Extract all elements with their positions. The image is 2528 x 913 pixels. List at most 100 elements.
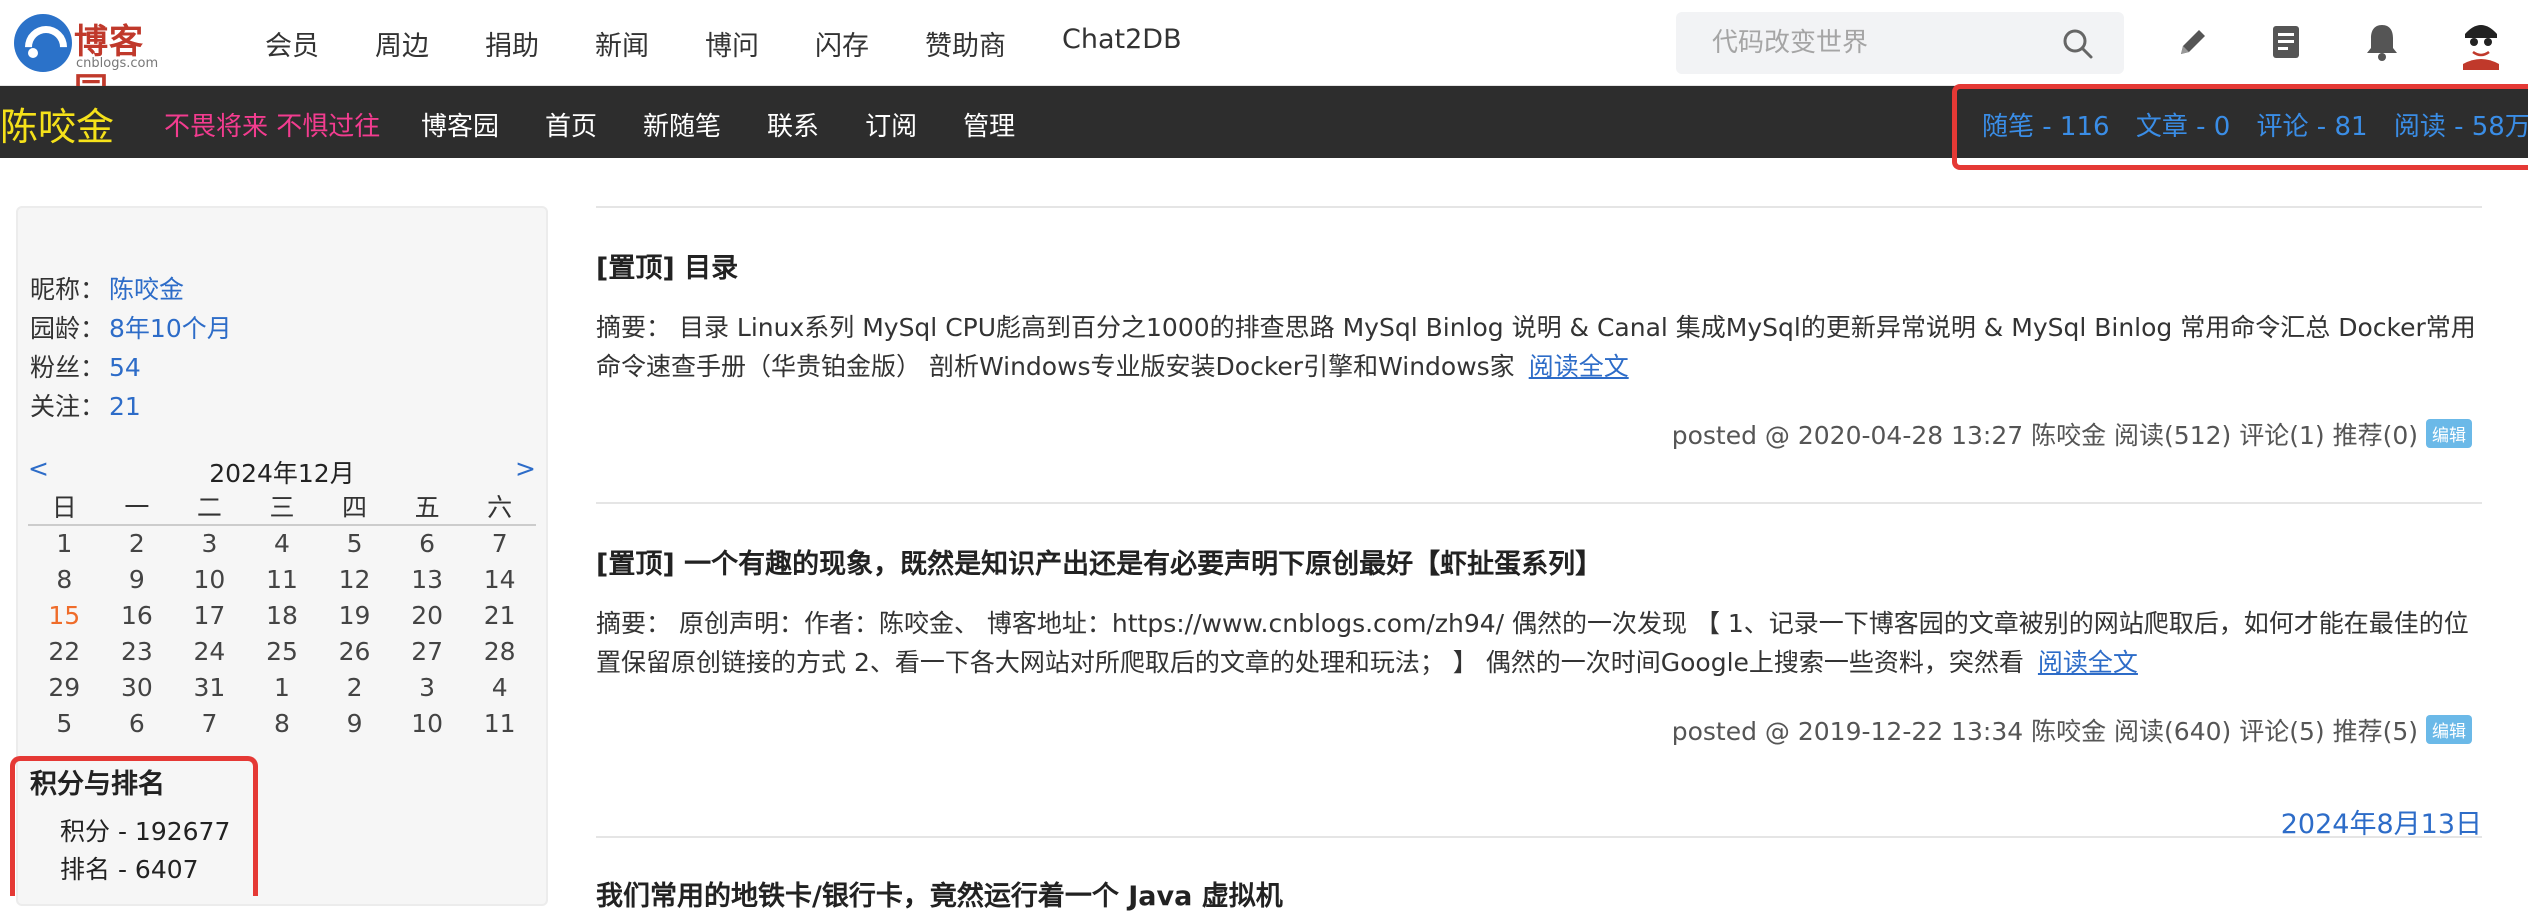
calendar-weekday: 日 <box>28 488 101 526</box>
post-title[interactable]: [置顶] 一个有趣的现象，既然是知识产出还是有必要声明下原创最好【虾扯蛋系列】 <box>596 542 1602 581</box>
calendar-day[interactable]: 16 <box>101 597 174 633</box>
calendar-day[interactable]: 24 <box>173 633 246 669</box>
calendar-day[interactable]: 4 <box>246 525 319 561</box>
calendar-weekday: 五 <box>390 488 464 526</box>
calendar-day[interactable]: 2 <box>101 525 174 561</box>
calendar-day[interactable]: 17 <box>173 597 246 633</box>
calendar-day[interactable]: 29 <box>28 669 101 705</box>
blog-nav-manage[interactable]: 管理 <box>963 106 1015 143</box>
blog-nav-subscribe[interactable]: 订阅 <box>865 106 917 143</box>
blog-nav-new-post[interactable]: 新随笔 <box>643 106 721 143</box>
calendar-week: 22 23 24 25 26 27 28 <box>28 633 536 669</box>
calendar-day[interactable]: 11 <box>246 561 319 597</box>
calendar-day[interactable]: 2 <box>318 669 391 705</box>
search-box <box>1676 12 2124 74</box>
calendar-day[interactable]: 11 <box>463 705 536 741</box>
profile-value[interactable]: 54 <box>109 353 141 382</box>
post-summary: 摘要： 目录 Linux系列 MySql CPU彪高到百分之1000的排查思路 … <box>596 308 2482 386</box>
calendar-prev-month[interactable]: < <box>28 454 49 483</box>
calendar-day[interactable]: 3 <box>173 525 246 561</box>
calendar-next-month[interactable]: > <box>515 454 536 483</box>
profile-nickname: 昵称： 陈咬金 <box>30 270 184 306</box>
calendar-weekday: 六 <box>463 488 536 526</box>
calendar-day[interactable]: 5 <box>318 525 391 561</box>
pen-icon[interactable] <box>2171 20 2215 64</box>
calendar-day[interactable]: 23 <box>101 633 174 669</box>
profile-following: 关注： 21 <box>30 387 141 423</box>
nav-link-news[interactable]: 新闻 <box>595 24 649 63</box>
blog-nav-home[interactable]: 首页 <box>545 106 597 143</box>
nav-link-donate[interactable]: 捐助 <box>485 24 539 63</box>
calendar-day[interactable]: 9 <box>101 561 174 597</box>
calendar-day[interactable]: 1 <box>246 669 319 705</box>
blog-nav-contact[interactable]: 联系 <box>767 106 819 143</box>
divider <box>596 836 2482 838</box>
edit-badge[interactable]: 编辑 <box>2426 419 2472 448</box>
calendar-day[interactable]: 14 <box>463 561 536 597</box>
notebook-icon[interactable] <box>2264 20 2308 64</box>
calendar-day[interactable]: 20 <box>391 597 464 633</box>
calendar-day[interactable]: 7 <box>173 705 246 741</box>
calendar-day[interactable]: 21 <box>463 597 536 633</box>
blog-nav-cnblogs[interactable]: 博客园 <box>421 106 499 143</box>
edit-badge[interactable]: 编辑 <box>2426 715 2472 744</box>
calendar-day[interactable]: 25 <box>246 633 319 669</box>
calendar-day[interactable]: 28 <box>463 633 536 669</box>
logo-subtext: cnblogs.com <box>76 56 159 71</box>
nav-link-chat2db[interactable]: Chat2DB <box>1062 24 1182 63</box>
nav-link-sponsors[interactable]: 赞助商 <box>925 24 1006 63</box>
profile-value[interactable]: 陈咬金 <box>109 275 184 304</box>
profile-value[interactable]: 8年10个月 <box>109 314 232 343</box>
calendar-day[interactable]: 26 <box>318 633 391 669</box>
post-footer: posted @ 2019-12-22 13:34 陈咬金 阅读(640) 评论… <box>1672 712 2472 748</box>
read-more-link[interactable]: 阅读全文 <box>1529 352 1629 381</box>
calendar-day[interactable]: 27 <box>391 633 464 669</box>
calendar-day[interactable]: 10 <box>173 561 246 597</box>
blog-motto: 不畏将来 不惧过往 <box>164 112 381 142</box>
calendar-day[interactable]: 13 <box>391 561 464 597</box>
calendar-title: 2024年12月 <box>209 459 355 488</box>
calendar-day[interactable]: 10 <box>391 705 464 741</box>
nav-link-members[interactable]: 会员 <box>265 24 319 63</box>
calendar-day[interactable]: 3 <box>391 669 464 705</box>
calendar-header: 2024年12月 < > <box>28 450 536 488</box>
bell-icon[interactable] <box>2360 20 2404 64</box>
calendar: 2024年12月 < > 日一二三四五六 1 2 3 4 5 6 7 8 9 10 11 12 13 14… <box>28 450 536 741</box>
calendar-week: 8 9 10 11 12 13 14 <box>28 561 536 597</box>
cnblogs-logo[interactable]: 博客园 cnblogs.com <box>14 12 174 111</box>
calendar-day[interactable]: 22 <box>28 633 101 669</box>
blog-title[interactable]: 陈咬金 <box>0 96 114 151</box>
calendar-day[interactable]: 7 <box>463 525 536 561</box>
stats-highlight-box <box>1952 84 2528 170</box>
nav-link-qa[interactable]: 博问 <box>705 24 759 63</box>
site-top-nav: 博客园 cnblogs.com 会员 周边 捐助 新闻 博问 闪存 赞助商 Ch… <box>0 0 2528 111</box>
post-summary-text: 摘要： 原创声明：作者：陈咬金、 博客地址：https://www.cnblog… <box>596 609 2469 677</box>
site-nav-links: 会员 周边 捐助 新闻 博问 闪存 赞助商 Chat2DB <box>265 24 1238 63</box>
calendar-day[interactable]: 6 <box>101 705 174 741</box>
calendar-day[interactable]: 8 <box>28 561 101 597</box>
profile-key: 昵称： <box>30 275 106 304</box>
search-input[interactable] <box>1712 25 2052 61</box>
post-title[interactable]: [置顶] 目录 <box>596 246 738 285</box>
search-icon[interactable] <box>2062 28 2094 60</box>
nav-link-flash[interactable]: 闪存 <box>815 24 869 63</box>
calendar-day[interactable]: 15 <box>28 597 101 633</box>
profile-followers: 粉丝： 54 <box>30 348 141 384</box>
calendar-day[interactable]: 4 <box>463 669 536 705</box>
profile-value[interactable]: 21 <box>109 392 141 421</box>
calendar-day[interactable]: 9 <box>318 705 391 741</box>
read-more-link[interactable]: 阅读全文 <box>2038 648 2138 677</box>
calendar-day[interactable]: 5 <box>28 705 101 741</box>
calendar-day[interactable]: 1 <box>28 525 101 561</box>
avatar[interactable] <box>2455 14 2507 70</box>
calendar-day[interactable]: 31 <box>173 669 246 705</box>
calendar-week: 5 6 7 8 9 10 11 <box>28 705 536 741</box>
calendar-weekday: 三 <box>245 488 319 526</box>
calendar-day[interactable]: 30 <box>101 669 174 705</box>
nav-link-merch[interactable]: 周边 <box>375 24 429 63</box>
calendar-day[interactable]: 12 <box>318 561 391 597</box>
calendar-day[interactable]: 19 <box>318 597 391 633</box>
calendar-day[interactable]: 18 <box>246 597 319 633</box>
calendar-day[interactable]: 6 <box>391 525 464 561</box>
calendar-day[interactable]: 8 <box>246 705 319 741</box>
